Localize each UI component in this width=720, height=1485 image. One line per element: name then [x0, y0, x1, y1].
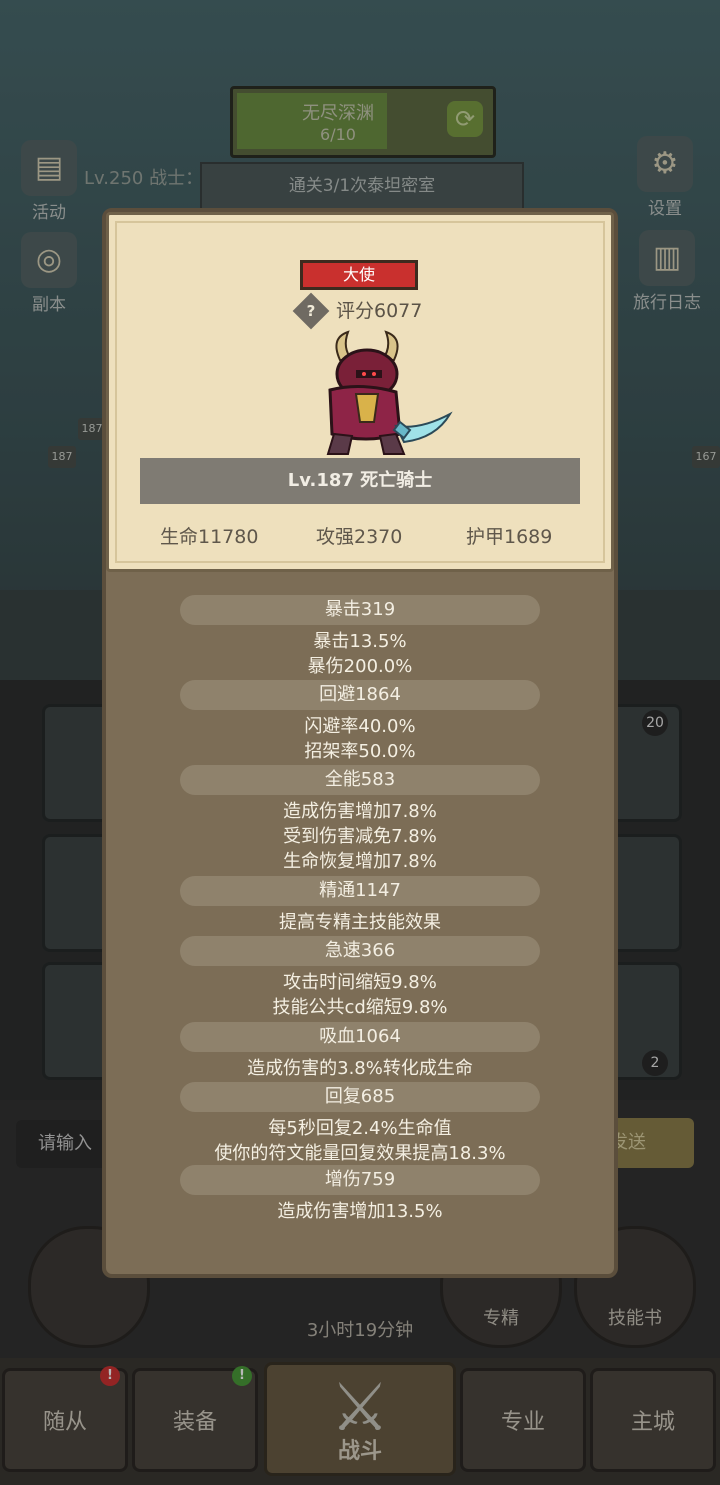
mastery-header: 精通1147	[180, 876, 540, 906]
stat-line: 闪避率40.0%	[304, 716, 416, 737]
unit-name-banner: Lv.187 死亡骑士	[140, 458, 580, 504]
score-text: 评分6077	[336, 300, 423, 322]
death-knight-portrait	[326, 330, 453, 455]
damage-boost-header: 增伤759	[180, 1165, 540, 1195]
stat-line: 使你的符文能量回复效果提高18.3%	[214, 1143, 506, 1164]
question-icon[interactable]: ?	[298, 298, 324, 324]
stat-line: 暴击13.5%	[313, 631, 407, 652]
versatility-header: 全能583	[180, 765, 540, 795]
stat-line: 提高专精主技能效果	[279, 912, 441, 933]
stat-line: 造成伤害增加7.8%	[283, 801, 437, 822]
regen-header: 回复685	[180, 1082, 540, 1112]
attack-stat: 攻强2370	[316, 526, 403, 548]
stat-line: 攻击时间缩短9.8%	[283, 972, 437, 993]
crit-header: 暴击319	[180, 595, 540, 625]
stat-line: 每5秒回复2.4%生命值	[268, 1118, 452, 1139]
stat-line: 技能公共cd缩短9.8%	[272, 997, 448, 1018]
stat-line: 招架率50.0%	[304, 741, 416, 762]
rank-badge: 大使	[300, 260, 418, 290]
stat-line: 造成伤害增加13.5%	[277, 1201, 443, 1222]
armor-stat: 护甲1689	[466, 526, 553, 548]
avoidance-header: 回避1864	[180, 680, 540, 710]
stat-line: 暴伤200.0%	[307, 656, 413, 677]
stat-line: 造成伤害的3.8%转化成生命	[247, 1058, 473, 1079]
lifesteal-header: 吸血1064	[180, 1022, 540, 1052]
haste-header: 急速366	[180, 936, 540, 966]
hp-stat: 生命11780	[160, 526, 259, 548]
stat-line: 受到伤害减免7.8%	[283, 826, 437, 847]
stat-line: 生命恢复增加7.8%	[283, 851, 437, 872]
